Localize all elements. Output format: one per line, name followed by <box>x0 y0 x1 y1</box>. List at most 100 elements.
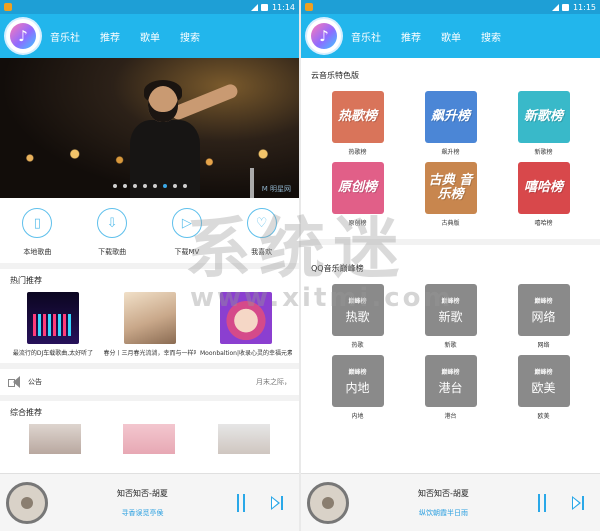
download-icon: ⇩ <box>97 208 128 238</box>
playlist-cover[interactable] <box>29 424 82 454</box>
qq-chart-card[interactable]: 巅峰榜 热歌 热歌 <box>311 284 404 349</box>
heart-icon: ♡ <box>246 208 277 238</box>
tab-playlists[interactable]: 歌单 <box>140 29 160 44</box>
cloud-chart-card[interactable]: 飙升榜 飙升榜 <box>404 91 497 156</box>
chart-cover: 巅峰榜 欧美 <box>517 355 570 407</box>
notice-bar[interactable]: 公告 月末之际， <box>0 363 299 401</box>
chart-cover: 原创榜 <box>331 162 384 214</box>
cloud-chart-card[interactable]: 嘻哈榜 嘻哈榜 <box>497 162 590 227</box>
song-lyric: 纵饮朝霞半日雨 <box>419 508 468 517</box>
carousel-dot[interactable] <box>122 184 127 188</box>
status-time: 11:14 <box>271 2 295 12</box>
chart-name: 古典版 <box>441 220 460 227</box>
quick-downloaded-mv[interactable]: ▷ 下载MV <box>157 208 217 257</box>
cloud-chart-card[interactable]: 古典 音乐榜 古典版 <box>404 162 497 227</box>
banner-watermark: M 明星网 <box>261 185 291 193</box>
notice-text: 月末之际， <box>256 378 291 386</box>
chart-brand: 巅峰榜 <box>348 297 367 305</box>
playlist-cover[interactable] <box>217 424 270 454</box>
tab-recommend[interactable]: 推荐 <box>100 29 120 44</box>
hot-recommend-list: 最流行的DJ车载歌曲,太好听了 春分丨三月春光流淌，幸而与一样呼吸 Moonba… <box>0 292 299 363</box>
carousel-dot[interactable] <box>142 184 147 188</box>
tab-music-club[interactable]: 音乐社 <box>50 29 80 44</box>
hot-item[interactable]: 春分丨三月春光流淌，幸而与一样呼吸 <box>103 292 196 357</box>
qq-chart-card[interactable]: 巅峰榜 网络 网络 <box>497 284 590 349</box>
carousel-dot[interactable] <box>152 184 157 188</box>
cloud-chart-card[interactable]: 原创榜 原创榜 <box>311 162 404 227</box>
cloud-section-title: 云音乐特色版 <box>311 71 359 80</box>
chart-brand: 巅峰榜 <box>534 297 553 305</box>
quick-local-songs[interactable]: ▯ 本地歌曲 <box>7 208 67 257</box>
chart-cover: 飙升榜 <box>424 91 477 143</box>
chart-name: 原创榜 <box>348 220 367 227</box>
microphone-stand <box>250 168 254 198</box>
qq-chart-card[interactable]: 巅峰榜 新歌 新歌 <box>404 284 497 349</box>
status-bar: 11:15 <box>301 0 600 14</box>
cloud-chart-card[interactable]: 热歌榜 热歌榜 <box>311 91 404 156</box>
pause-button[interactable] <box>538 493 552 512</box>
qq-chart-card[interactable]: 巅峰榜 内地 内地 <box>311 355 404 420</box>
app-logo-icon[interactable]: ♪ <box>307 19 341 53</box>
quick-downloaded-songs[interactable]: ⇩ 下载歌曲 <box>82 208 142 257</box>
qq-section-title: QQ音乐巅峰榜 <box>311 264 364 273</box>
mini-player[interactable]: 知否知否-胡夏 寻香误觅亭侯 <box>0 473 299 531</box>
chart-cover: 嘻哈榜 <box>517 162 570 214</box>
status-time: 11:15 <box>572 2 596 12</box>
qq-chart-grid: 巅峰榜 热歌 热歌 巅峰榜 新歌 新歌 巅峰榜 网络 网络 巅峰榜 内地 内地 巅峰榜 港台 港台 巅峰榜 欧美… <box>311 284 590 420</box>
tab-search[interactable]: 搜索 <box>481 29 501 44</box>
chart-name: 网络 <box>537 342 550 349</box>
carousel-dot[interactable] <box>132 184 137 188</box>
chart-cover: 巅峰榜 内地 <box>331 355 384 407</box>
chart-brand: 巅峰榜 <box>348 368 367 376</box>
now-playing: 知否知否-胡夏 寻香误觅亭侯 <box>48 488 237 518</box>
tab-music-club[interactable]: 音乐社 <box>351 29 381 44</box>
next-button[interactable] <box>572 495 586 510</box>
qq-music-section: QQ音乐巅峰榜 巅峰榜 热歌 热歌 巅峰榜 新歌 新歌 巅峰榜 网络 网络 巅峰榜 内地 内地 巅峰榜港… <box>301 245 600 420</box>
quick-favorites[interactable]: ♡ 我喜欢 <box>232 208 292 257</box>
carousel-dot[interactable] <box>172 184 177 188</box>
left-phone-screen: 11:14 ♪ 音乐社 推荐 歌单 搜索 M 明星网 ▯ 本地歌曲 ⇩ 下载歌曲… <box>0 0 299 531</box>
chart-cover: 巅峰榜 港台 <box>424 355 477 407</box>
pause-button[interactable] <box>237 493 251 512</box>
tab-search[interactable]: 搜索 <box>180 29 200 44</box>
speaker-icon <box>8 376 22 388</box>
notice-label: 公告 <box>28 378 42 386</box>
next-button[interactable] <box>271 495 285 510</box>
battery-icon <box>561 3 569 11</box>
battery-icon <box>260 3 268 11</box>
carousel-dot[interactable] <box>112 184 117 188</box>
playlist-cover[interactable] <box>123 424 176 454</box>
mini-player[interactable]: 知否知否-胡夏 纵饮朝霞半日雨 <box>301 473 600 531</box>
qq-chart-card[interactable]: 巅峰榜 欧美 欧美 <box>497 355 590 420</box>
mix-section-title: 综合推荐 <box>10 408 42 417</box>
album-disc[interactable] <box>6 481 48 524</box>
carousel-dot[interactable] <box>182 184 187 188</box>
now-playing: 知否知否-胡夏 纵饮朝霞半日雨 <box>349 488 538 518</box>
banner-carousel[interactable]: M 明星网 <box>0 58 299 198</box>
chart-name: 内地 <box>351 413 364 420</box>
cloud-chart-card[interactable]: 新歌榜 新歌榜 <box>497 91 590 156</box>
chart-cover-title: 新歌 <box>438 309 463 324</box>
app-logo-icon[interactable]: ♪ <box>6 19 40 53</box>
chart-name: 热歌榜 <box>348 149 367 156</box>
album-disc[interactable] <box>307 481 349 524</box>
chart-name: 热歌 <box>351 342 364 349</box>
hot-item[interactable]: 最流行的DJ车载歌曲,太好听了 <box>8 292 98 357</box>
chart-name: 新歌榜 <box>534 149 553 156</box>
nav-tabs: 音乐社 推荐 歌单 搜索 <box>351 29 501 44</box>
chart-cover-title: 热歌 <box>345 309 370 324</box>
tab-recommend[interactable]: 推荐 <box>401 29 421 44</box>
qq-chart-card[interactable]: 巅峰榜 港台 港台 <box>404 355 497 420</box>
app-notification-icon <box>4 3 12 11</box>
quick-label: 我喜欢 <box>251 248 273 256</box>
playlist-title: 春分丨三月春光流淌，幸而与一样呼吸 <box>103 350 196 357</box>
hot-item[interactable]: Moonbaltion|收录心灵的幸福元素 <box>200 292 292 357</box>
tab-playlists[interactable]: 歌单 <box>441 29 461 44</box>
play-icon: ▷ <box>171 208 202 238</box>
chart-brand: 巅峰榜 <box>441 368 460 376</box>
quick-label: 本地歌曲 <box>23 248 52 256</box>
carousel-dot[interactable] <box>162 184 167 188</box>
right-phone-screen: 11:15 ♪ 音乐社 推荐 歌单 搜索 云音乐特色版 热歌榜 热歌榜 飙升榜 飙升榜… <box>301 0 600 531</box>
nav-tabs: 音乐社 推荐 歌单 搜索 <box>50 29 200 44</box>
chart-brand: 巅峰榜 <box>441 297 460 305</box>
